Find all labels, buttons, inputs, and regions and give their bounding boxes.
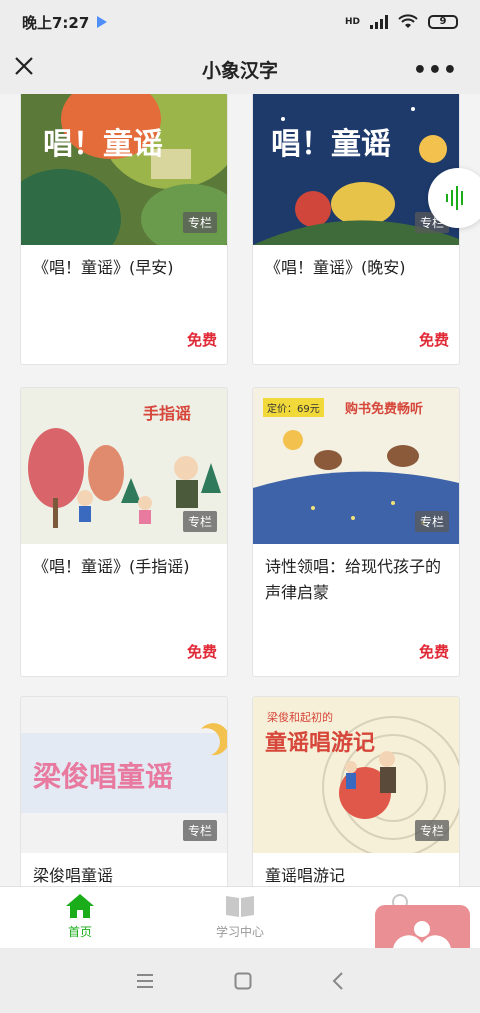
wifi-icon: [398, 14, 418, 28]
course-card[interactable]: 梁俊唱童谣 专栏 梁俊唱童谣: [20, 696, 228, 886]
course-card[interactable]: 唱！童谣 专栏 《唱！童谣》(晚安) 免费: [252, 94, 460, 365]
battery-icon: 9: [428, 15, 458, 29]
tab-study-center[interactable]: 学习中心: [160, 887, 320, 948]
home-square-icon[interactable]: [234, 972, 252, 990]
course-cover-image: 定价：69元 购书免费畅听 专栏: [253, 388, 459, 544]
course-card[interactable]: 唱！童谣 专栏 《唱！童谣》(早安) 免费: [20, 94, 228, 365]
column-badge: 专栏: [182, 212, 217, 233]
column-badge: 专栏: [414, 820, 449, 841]
course-cover-image: 唱！童谣 专栏: [21, 94, 227, 245]
tab-label: 首页: [67, 925, 92, 939]
cover-title-text: 童谣唱游记: [265, 731, 376, 756]
course-title: 《唱！童谣》(早安): [33, 258, 174, 277]
cover-subtitle-text: 梁俊和起初的: [267, 711, 333, 724]
price-label: 免费: [186, 643, 217, 661]
menu-icon[interactable]: [136, 973, 154, 989]
cover-title-text: 手指谣: [143, 404, 192, 423]
course-title: 《唱！童谣》(晚安): [265, 258, 406, 277]
cover-title-text: 唱！童谣: [43, 127, 163, 162]
course-title: 《唱！童谣》(手指谣): [33, 557, 190, 576]
column-badge: 专栏: [182, 511, 217, 532]
status-time: 晚上7:27: [22, 13, 90, 32]
course-cover-image: 梁俊和起初的 童谣唱游记 专栏: [253, 697, 459, 853]
tab-label: 学习中心: [215, 925, 264, 939]
signal-icon: [370, 15, 388, 29]
course-cover-image: 梁俊唱童谣 专栏: [21, 697, 227, 853]
course-title: 诗性领唱：给现代孩子的声律启蒙: [265, 557, 442, 602]
course-list[interactable]: 唱！童谣 专栏 《唱！童谣》(早安) 免费 唱！童谣 专栏 《唱！童谣》(晚安)…: [0, 94, 480, 886]
column-badge: 专栏: [414, 511, 449, 532]
course-card[interactable]: 梁俊和起初的 童谣唱游记 专栏 童谣唱游记: [252, 696, 460, 886]
course-cover-image: 手指谣 专栏: [21, 388, 227, 544]
column-badge: 专栏: [182, 820, 217, 841]
course-card[interactable]: 手指谣 专栏 《唱！童谣》(手指谣) 免费: [20, 387, 228, 677]
network-hd-label: HD: [344, 17, 360, 27]
course-title: 梁俊唱童谣: [33, 866, 114, 885]
play-icon: [97, 16, 108, 28]
course-title: 童谣唱游记: [265, 866, 346, 885]
audio-wave-icon: [446, 186, 463, 210]
price-label: 免费: [418, 331, 449, 349]
cover-title-text: 梁俊唱童谣: [33, 760, 174, 793]
cover-price-tag: 定价：69元: [263, 398, 324, 417]
system-navigation-bar: [0, 948, 480, 1013]
course-card[interactable]: 定价：69元 购书免费畅听 专栏 诗性领唱：给现代孩子的声律启蒙 免费: [252, 387, 460, 677]
home-icon: [66, 894, 94, 918]
cover-title-text: 购书免费畅听: [345, 402, 424, 417]
close-icon[interactable]: [12, 54, 36, 78]
price-label: 免费: [186, 331, 217, 349]
more-menu-icon[interactable]: •••: [413, 58, 458, 83]
cover-title-text: 唱！童谣: [271, 127, 391, 162]
course-cover-image: 唱！童谣 专栏: [253, 94, 459, 245]
book-icon: [226, 896, 254, 917]
status-bar: 晚上7:27 HD 9: [0, 0, 480, 44]
tab-home[interactable]: 首页: [0, 887, 160, 948]
floating-audio-button[interactable]: [428, 168, 480, 228]
back-icon[interactable]: [332, 971, 344, 990]
price-label: 免费: [418, 643, 449, 661]
page-title: 小象汉字: [201, 59, 278, 82]
nav-bar: 小象汉字 •••: [0, 44, 480, 94]
